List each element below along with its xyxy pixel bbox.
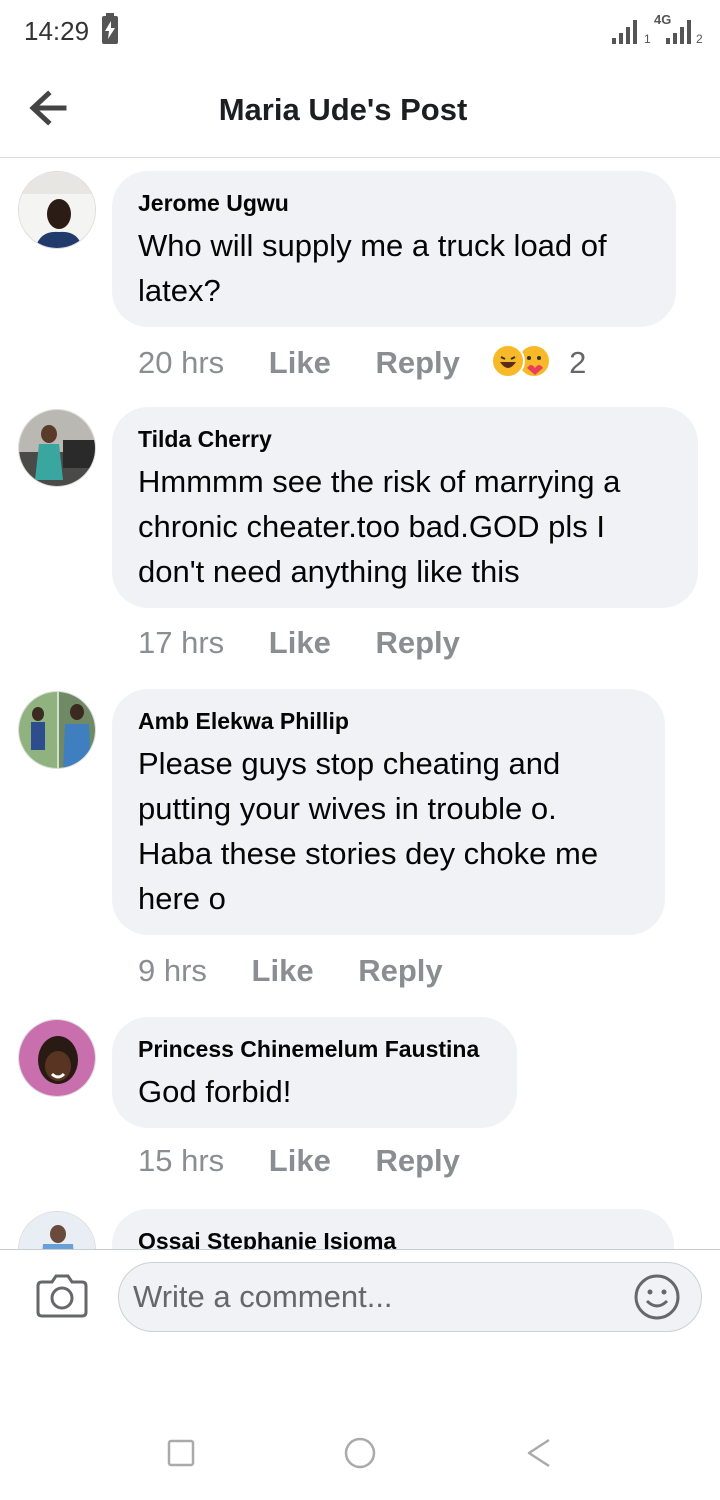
sim2-label: 2 xyxy=(696,32,703,46)
comment-actions: 17 hrs Like Reply xyxy=(138,625,460,661)
reply-button[interactable]: Reply xyxy=(375,1143,459,1178)
reaction-summary[interactable] xyxy=(490,344,553,378)
comment-bubble[interactable]: Ossai Stephanie Isioma xyxy=(112,1209,674,1249)
comment-text: God forbid! xyxy=(138,1074,292,1109)
comment-author[interactable]: Tilda Cherry xyxy=(138,425,672,453)
comment-list: Jerome Ugwu Who will supply me a truck l… xyxy=(0,159,720,1249)
comment-input-placeholder: Write a comment... xyxy=(133,1279,393,1314)
avatar[interactable] xyxy=(18,409,96,487)
square-icon[interactable] xyxy=(164,1436,198,1470)
reaction-count[interactable]: 2 xyxy=(569,345,586,380)
status-bar: 14:29 1 4G 2 xyxy=(0,0,720,64)
avatar[interactable] xyxy=(18,691,96,769)
status-time: 14:29 xyxy=(24,16,90,46)
page-title: Maria Ude's Post xyxy=(218,92,468,127)
circle-icon[interactable] xyxy=(343,1436,377,1470)
comment-text: Please guys stop cheating and putting yo… xyxy=(138,746,599,916)
comment-composer: Write a comment... xyxy=(0,1249,720,1349)
comment-text: Hmmmm see the risk of marrying a chronic… xyxy=(138,464,621,589)
comment-author[interactable]: Jerome Ugwu xyxy=(138,189,650,217)
comment-input[interactable]: Write a comment... xyxy=(118,1262,702,1332)
comment-time[interactable]: 17 hrs xyxy=(138,625,224,660)
like-button[interactable]: Like xyxy=(269,625,331,660)
camera-icon[interactable] xyxy=(36,1274,88,1318)
comment-actions: 20 hrs Like Reply 2 xyxy=(138,344,586,381)
comment-time[interactable]: 15 hrs xyxy=(138,1143,224,1178)
avatar[interactable] xyxy=(18,1211,96,1249)
signal-sim2-icon: 4G 2 xyxy=(654,12,704,46)
comment-author[interactable]: Amb Elekwa Phillip xyxy=(138,707,639,735)
like-button[interactable]: Like xyxy=(252,953,314,988)
post-header: Maria Ude's Post xyxy=(0,64,720,158)
system-nav-bar xyxy=(0,1400,720,1500)
avatar[interactable] xyxy=(18,171,96,249)
battery-charging-icon xyxy=(102,13,118,44)
sim1-label: 1 xyxy=(644,32,651,46)
comment-bubble[interactable]: Jerome Ugwu Who will supply me a truck l… xyxy=(112,171,676,327)
reply-button[interactable]: Reply xyxy=(375,345,459,380)
smiley-icon[interactable] xyxy=(633,1273,681,1321)
comment-actions: 9 hrs Like Reply xyxy=(138,953,443,989)
triangle-back-icon[interactable] xyxy=(522,1436,556,1470)
haha-reaction-icon xyxy=(490,344,525,378)
comment-time[interactable]: 20 hrs xyxy=(138,345,224,380)
comment-actions: 15 hrs Like Reply xyxy=(138,1143,460,1179)
like-button[interactable]: Like xyxy=(269,345,331,380)
reply-button[interactable]: Reply xyxy=(375,625,459,660)
avatar[interactable] xyxy=(18,1019,96,1097)
reply-button[interactable]: Reply xyxy=(358,953,442,988)
comment-bubble[interactable]: Tilda Cherry Hmmmm see the risk of marry… xyxy=(112,407,698,608)
comment-text: Who will supply me a truck load of latex… xyxy=(138,228,607,308)
comment-author[interactable]: Ossai Stephanie Isioma xyxy=(138,1227,648,1249)
comment-author[interactable]: Princess Chinemelum Faustina xyxy=(138,1035,491,1063)
signal-sim1-icon: 1 xyxy=(612,14,652,46)
comment-bubble[interactable]: Amb Elekwa Phillip Please guys stop chea… xyxy=(112,689,665,935)
comment-bubble[interactable]: Princess Chinemelum Faustina God forbid! xyxy=(112,1017,517,1128)
comment-time[interactable]: 9 hrs xyxy=(138,953,207,988)
like-button[interactable]: Like xyxy=(269,1143,331,1178)
